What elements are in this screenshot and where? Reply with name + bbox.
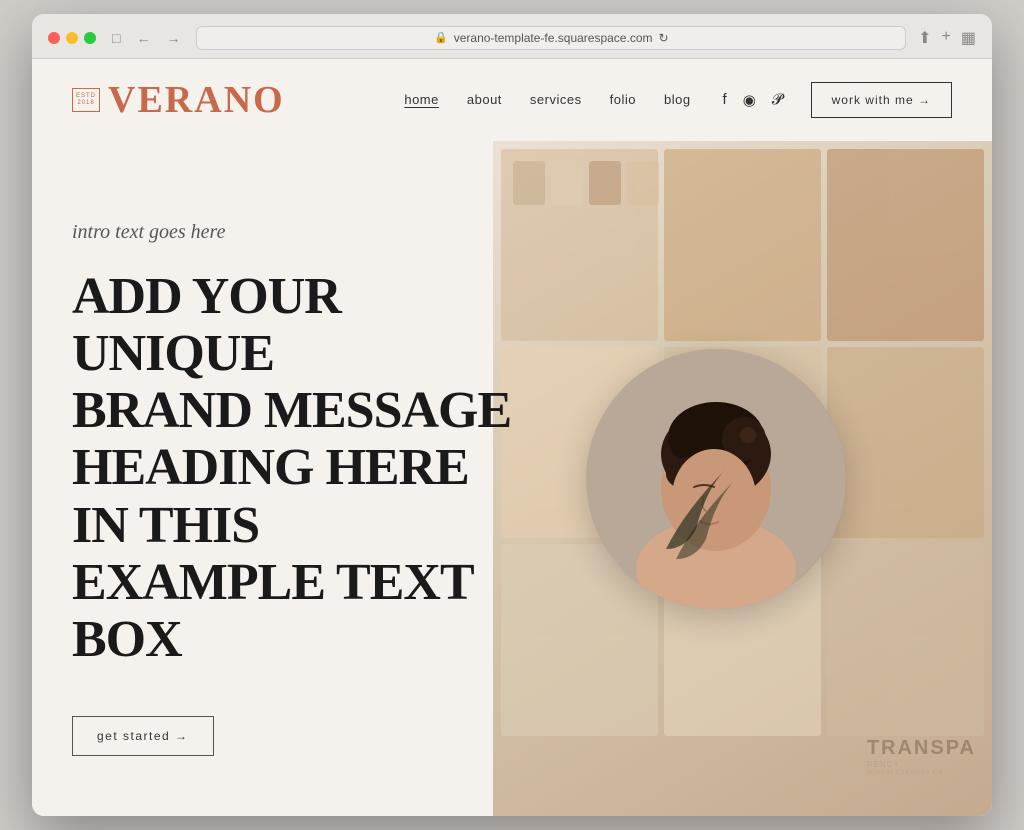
logo-badge-line2: 2018 — [77, 100, 94, 107]
nav-home[interactable]: home — [404, 92, 439, 107]
mosaic-cell — [827, 544, 984, 736]
forward-arrow[interactable]: → — [162, 28, 184, 48]
hero-right-image: TRANSPA RENCY Global Creative Co. — [493, 141, 992, 816]
heading-line4: EXAMPLE TEXT BOX — [72, 554, 473, 668]
site-nav: home about services folio blog f ◉ 𝓟 wor… — [404, 82, 952, 118]
browser-window: □ ← → 🔒 verano-template-fe.squarespace.c… — [32, 14, 992, 816]
instagram-icon[interactable]: ◉ — [743, 91, 756, 109]
pinterest-icon[interactable]: 𝓟 — [772, 91, 783, 108]
mosaic-cell — [827, 347, 984, 539]
nav-blog[interactable]: blog — [664, 92, 691, 107]
back-button[interactable]: □ — [108, 28, 124, 48]
mosaic-cell — [664, 149, 821, 341]
site-header: ESTD 2018 VERANO home about services fol… — [32, 59, 992, 141]
close-button[interactable] — [48, 32, 60, 44]
heading-line2: BRAND MESSAGE — [72, 382, 511, 439]
browser-controls: □ ← → — [108, 28, 184, 48]
heading-line1: ADD YOUR UNIQUE — [72, 268, 341, 382]
facebook-icon[interactable]: f — [723, 91, 727, 108]
nav-services[interactable]: services — [530, 92, 582, 107]
nav-folio[interactable]: folio — [610, 92, 636, 107]
back-arrow[interactable]: ← — [132, 28, 154, 48]
portrait-svg — [586, 349, 846, 609]
heading-line3: HEADING HERE IN THIS — [72, 439, 469, 553]
nav-social: f ◉ 𝓟 — [723, 91, 783, 109]
color-swatches — [513, 161, 659, 205]
lock-icon: 🔒 — [434, 31, 448, 44]
intro-text: intro text goes here — [72, 221, 530, 244]
work-with-me-button[interactable]: work with me → — [811, 82, 952, 118]
logo-badge: ESTD 2018 — [72, 88, 100, 112]
browser-actions: ⬆ + ▦ — [918, 28, 976, 48]
portrait-image — [586, 349, 846, 609]
mosaic-cell — [827, 149, 984, 341]
get-started-button[interactable]: get started → — [72, 716, 214, 756]
duplicate-icon[interactable]: ▦ — [961, 28, 976, 48]
share-icon[interactable]: ⬆ — [918, 28, 931, 48]
minimize-button[interactable] — [66, 32, 78, 44]
traffic-lights — [48, 32, 96, 44]
logo-text[interactable]: VERANO — [108, 81, 285, 119]
nav-about[interactable]: about — [467, 92, 502, 107]
hero-left: intro text goes here ADD YOUR UNIQUE BRA… — [72, 161, 530, 756]
maximize-button[interactable] — [84, 32, 96, 44]
logo-area: ESTD 2018 VERANO — [72, 81, 285, 119]
watermark-area: TRANSPA RENCY Global Creative Co. — [867, 737, 976, 776]
reload-icon[interactable]: ↻ — [659, 31, 669, 45]
logo-badge-line1: ESTD — [76, 93, 96, 100]
address-bar[interactable]: 🔒 verano-template-fe.squarespace.com ↻ — [196, 26, 906, 50]
website-content: ESTD 2018 VERANO home about services fol… — [32, 59, 992, 816]
hero-heading: ADD YOUR UNIQUE BRAND MESSAGE HEADING HE… — [72, 268, 530, 668]
url-text: verano-template-fe.squarespace.com — [454, 31, 653, 45]
watermark-text: TRANSPA — [867, 737, 976, 760]
new-tab-icon[interactable]: + — [942, 28, 951, 48]
hero-section: intro text goes here ADD YOUR UNIQUE BRA… — [32, 141, 992, 816]
watermark-subtext: RENCY Global Creative Co. — [867, 760, 976, 776]
browser-chrome: □ ← → 🔒 verano-template-fe.squarespace.c… — [32, 14, 992, 59]
